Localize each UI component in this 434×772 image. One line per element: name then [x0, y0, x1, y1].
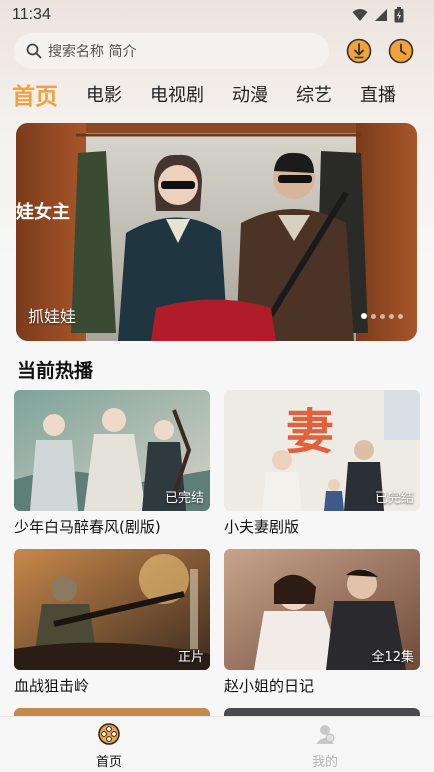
video-title[interactable]: 赵小姐的日记 — [224, 675, 420, 696]
video-card[interactable]: 全12集 赵小姐的日记 — [224, 549, 420, 696]
carousel-dots — [361, 313, 403, 319]
wifi-icon — [352, 9, 368, 21]
banner-poster-image: 娃女主 — [16, 123, 417, 341]
video-thumbnail[interactable] — [14, 708, 210, 716]
carousel-dot[interactable] — [371, 313, 376, 319]
video-thumbnail[interactable]: 已完结 — [14, 390, 210, 511]
video-title[interactable]: 血战狙击岭 — [14, 675, 210, 696]
tab-variety[interactable]: 综艺 — [296, 81, 332, 107]
section-title-now-playing: 当前热播 — [17, 360, 94, 382]
video-title[interactable]: 少年白马醉春风(剧版) — [14, 516, 210, 537]
nav-home[interactable]: 首页 — [79, 723, 139, 770]
video-thumbnail[interactable] — [224, 708, 420, 716]
status-badge: 已完结 — [164, 491, 204, 506]
poster-title-text: 妻 — [286, 404, 334, 460]
status-badge: 正片 — [177, 650, 204, 665]
search-icon — [26, 43, 42, 59]
tab-home[interactable]: 首页 — [12, 77, 58, 111]
status-time: 11:34 — [12, 6, 51, 23]
video-thumbnail[interactable]: 全12集 — [224, 549, 420, 670]
download-icon[interactable] — [346, 38, 372, 64]
signal-icon — [375, 9, 387, 21]
nav-profile[interactable]: 我的 — [295, 723, 355, 770]
category-tabs: 首页 电影 电视剧 动漫 综艺 直播 — [12, 76, 424, 112]
nav-profile-label: 我的 — [311, 755, 338, 770]
search-placeholder: 搜索名称 简介 — [48, 44, 137, 60]
search-bar[interactable]: 搜索名称 简介 — [14, 33, 329, 69]
carousel-dot[interactable] — [380, 313, 385, 319]
status-bar: 11:34 — [0, 0, 434, 30]
featured-banner[interactable]: 娃女主 抓娃娃 — [16, 123, 417, 341]
banner-caption: 抓娃娃 — [28, 307, 77, 326]
video-thumbnail[interactable]: 正片 — [14, 549, 210, 670]
bottom-navigation: 首页 我的 — [0, 716, 434, 772]
banner-side-text: 娃女主 — [16, 201, 70, 223]
nav-home-label: 首页 — [95, 755, 122, 770]
video-card[interactable]: 正片 血战狙击岭 — [14, 549, 210, 696]
tab-live[interactable]: 直播 — [360, 81, 396, 107]
battery-icon — [394, 7, 404, 23]
status-badge: 全12集 — [371, 650, 414, 665]
status-badge: 已完结 — [374, 491, 414, 506]
video-card[interactable]: 妻 已完结 小夫妻剧版 — [224, 390, 420, 537]
tab-tv-series[interactable]: 电视剧 — [150, 81, 204, 107]
video-card[interactable]: 已完结 少年白马醉春风(剧版) — [14, 390, 210, 537]
status-icons — [352, 7, 404, 23]
carousel-dot[interactable] — [389, 313, 394, 319]
history-clock-icon[interactable] — [388, 38, 414, 64]
carousel-dot[interactable] — [398, 313, 403, 319]
tab-anime[interactable]: 动漫 — [232, 81, 268, 107]
profile-icon — [316, 725, 335, 744]
video-thumbnail[interactable]: 妻 已完结 — [224, 390, 420, 511]
video-title[interactable]: 小夫妻剧版 — [224, 516, 420, 537]
tab-movie[interactable]: 电影 — [86, 81, 122, 107]
carousel-dot[interactable] — [361, 313, 367, 319]
home-film-reel-icon — [98, 723, 120, 745]
